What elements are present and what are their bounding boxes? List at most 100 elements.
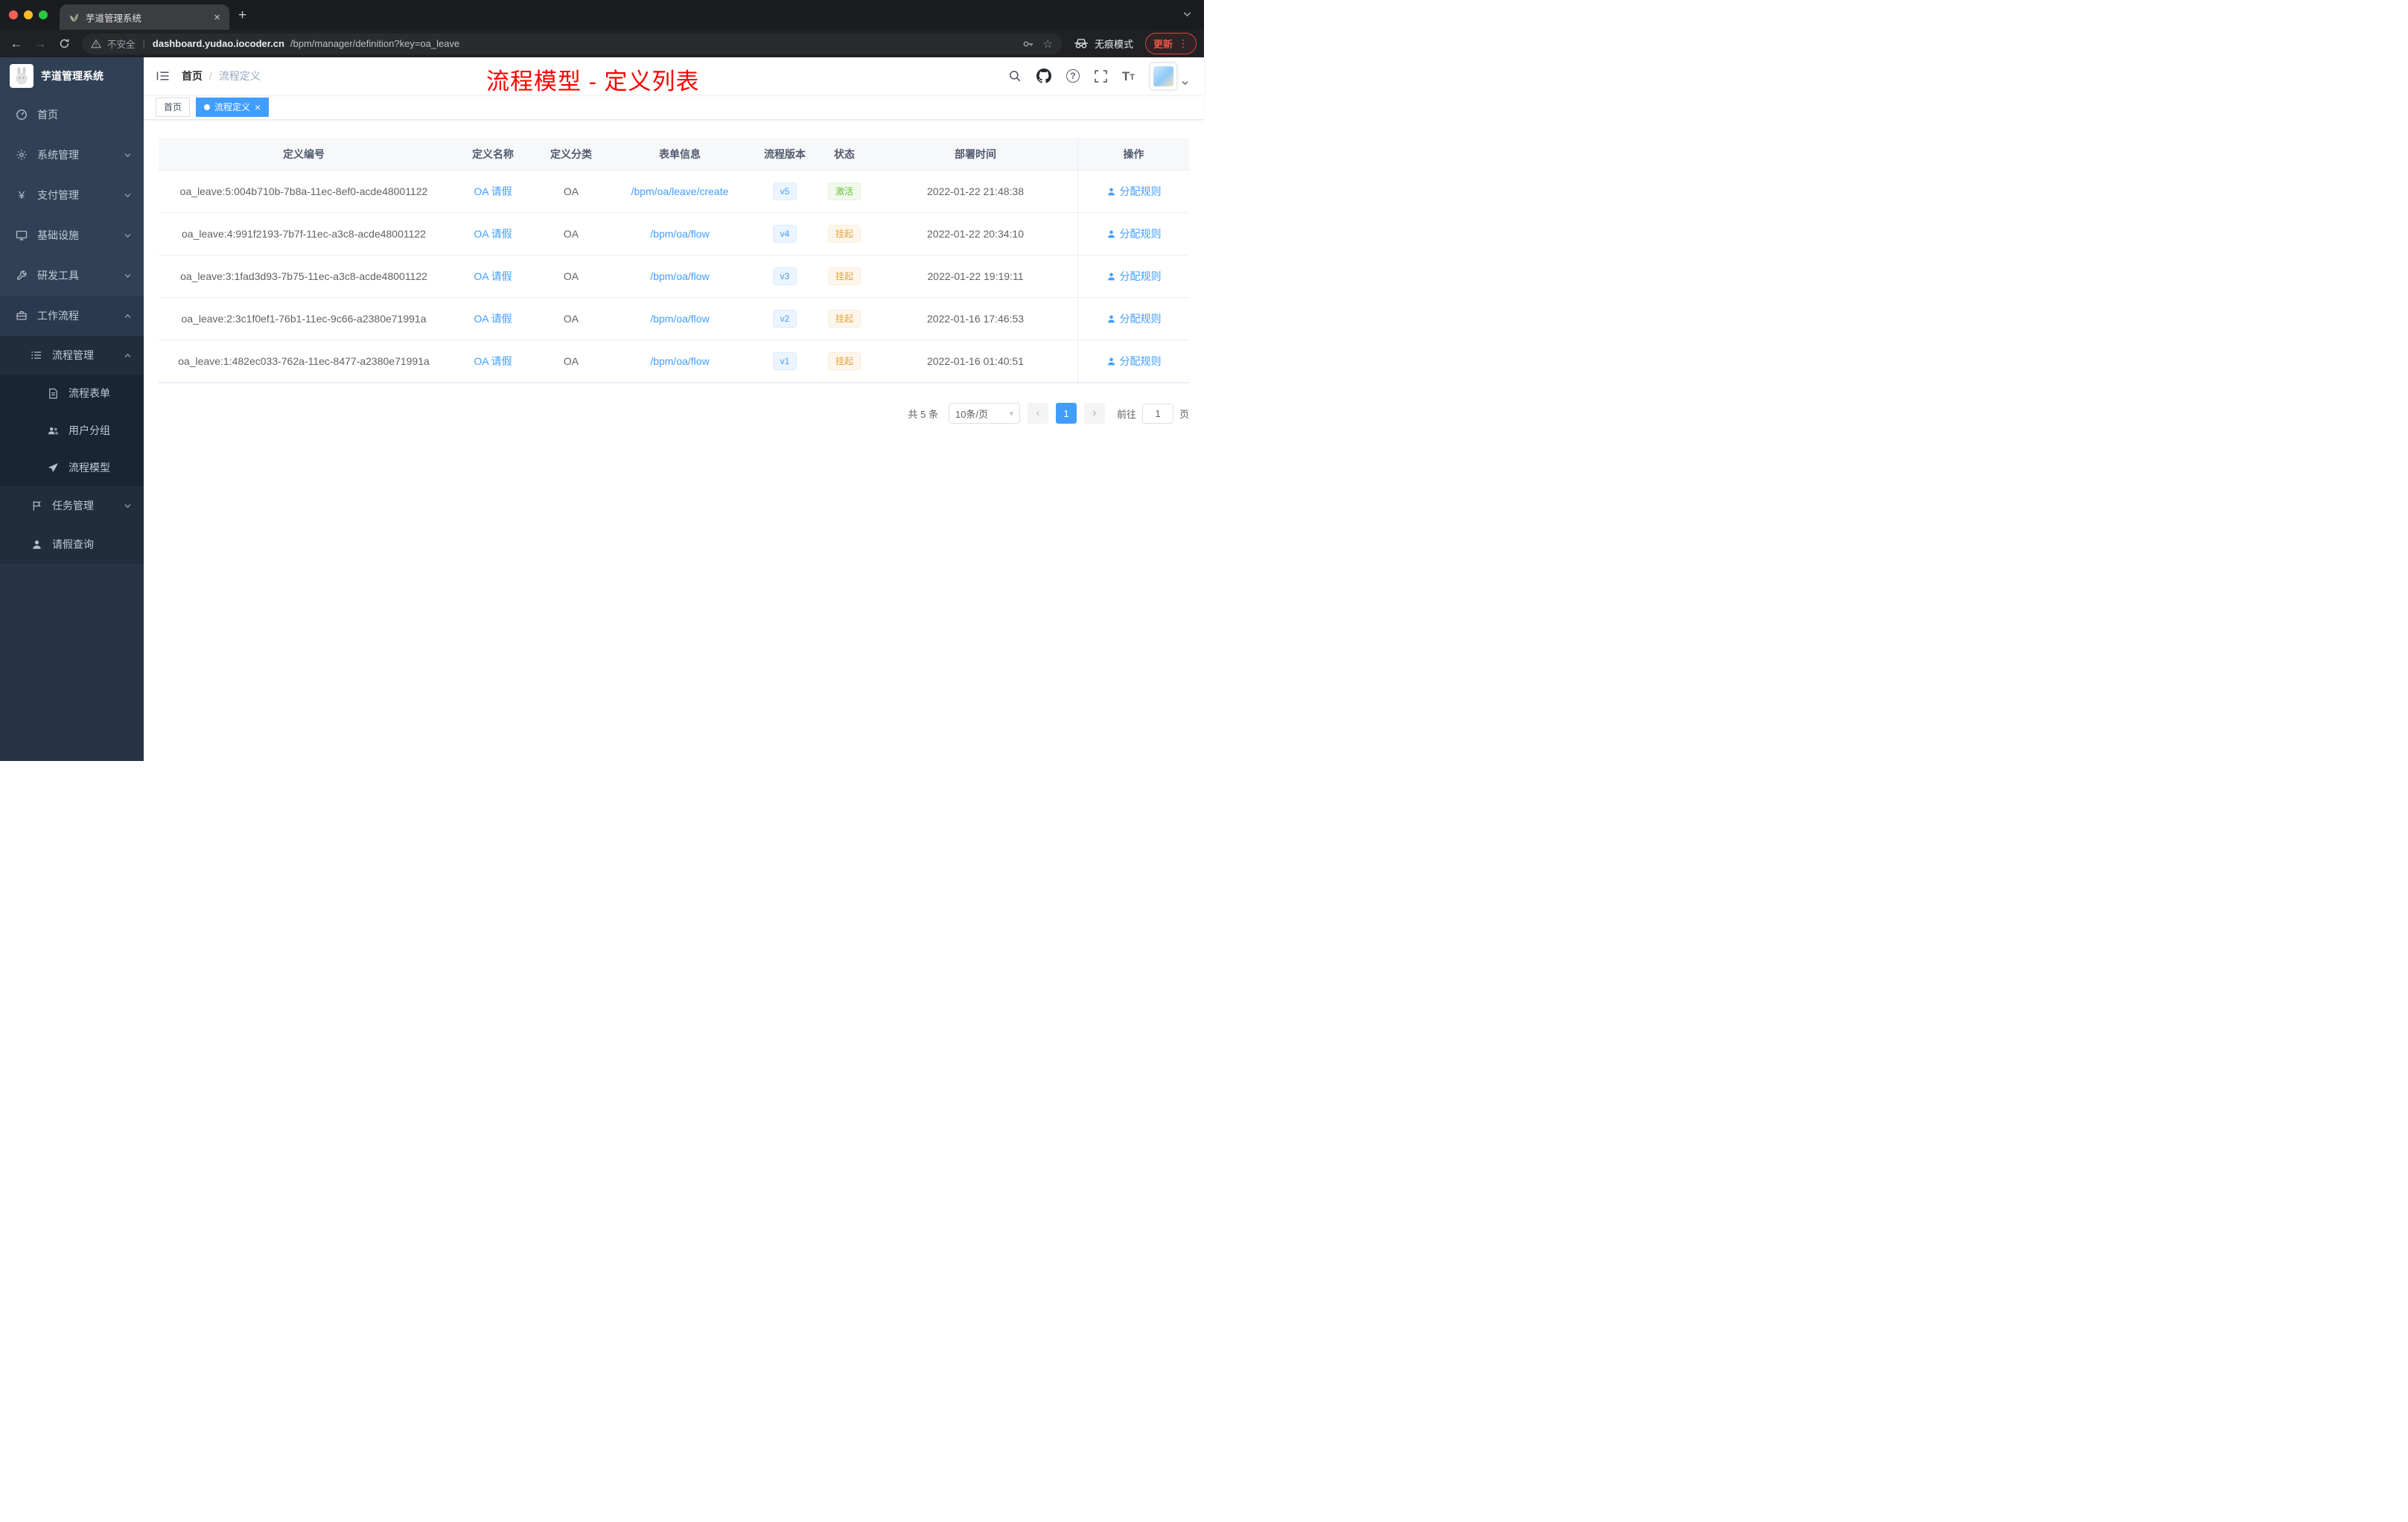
sidebar-item-home[interactable]: 首页 — [0, 95, 144, 135]
cell-status: 挂起 — [815, 340, 873, 382]
cell-version: v2 — [754, 298, 815, 340]
status-badge: 激活 — [827, 182, 861, 200]
chevron-down-icon — [124, 232, 132, 240]
cell-category: OA — [563, 228, 579, 240]
github-icon[interactable] — [1036, 69, 1051, 83]
cell-deploy-time: 2022-01-16 01:40:51 — [927, 355, 1024, 367]
avatar[interactable] — [1150, 62, 1177, 90]
cell-definition-id: oa_leave:4:991f2193-7b7f-11ec-a3c8-acde4… — [182, 228, 426, 240]
sidebar-item-process-model[interactable]: 流程模型 — [0, 449, 144, 486]
current-page-button[interactable]: 1 — [1055, 403, 1077, 424]
table-row: oa_leave:3:1fad3d93-7b75-11ec-a3c8-acde4… — [159, 255, 1189, 298]
cell-action: 分配规则 — [1077, 255, 1189, 297]
sidebar-item-workflow[interactable]: 工作流程 — [0, 296, 144, 336]
fullscreen-icon[interactable] — [1095, 69, 1107, 83]
definition-name-link[interactable]: OA 请假 — [474, 184, 512, 199]
security-label[interactable]: 不安全 — [107, 36, 136, 51]
window-zoom-button[interactable] — [39, 10, 48, 19]
cell-status: 挂起 — [815, 213, 873, 255]
user-menu[interactable] — [1150, 62, 1189, 90]
form-link[interactable]: /bpm/oa/flow — [650, 270, 709, 282]
annotation-title: 流程模型 - 定义列表 — [486, 69, 700, 95]
tag-home[interactable]: 首页 — [156, 97, 191, 117]
assign-rule-button[interactable]: 分配规则 — [1106, 311, 1162, 326]
form-link[interactable]: /bpm/oa/leave/create — [631, 185, 729, 197]
breadcrumb-current: 流程定义 — [218, 70, 261, 82]
incognito-icon — [1074, 38, 1089, 49]
browser-tab[interactable]: 芋道管理系统 × — [60, 4, 229, 30]
sidebar-item-task-management[interactable]: 任务管理 — [0, 486, 144, 525]
browser-menu-icon[interactable]: ⋮ — [1178, 37, 1188, 50]
goto-page-input[interactable] — [1141, 403, 1173, 424]
font-size-icon[interactable]: TT — [1122, 70, 1135, 83]
bookmark-star-icon[interactable]: ☆ — [1043, 37, 1053, 51]
assign-rule-button[interactable]: 分配规则 — [1106, 184, 1162, 199]
tag-process-definition[interactable]: 流程定义 × — [196, 97, 270, 117]
forward-icon[interactable]: → — [31, 36, 49, 51]
goto-label: 前往 — [1116, 408, 1136, 420]
cell-action: 分配规则 — [1077, 340, 1189, 382]
tab-search-chevron-icon[interactable] — [1182, 10, 1192, 19]
assign-rule-button[interactable]: 分配规则 — [1106, 269, 1162, 284]
cell-definition-name: OA 请假 — [449, 340, 537, 382]
cell-form-info: /bpm/oa/flow — [605, 213, 754, 255]
assign-rule-button[interactable]: 分配规则 — [1106, 354, 1162, 369]
sidebar-item-payment[interactable]: ¥ 支付管理 — [0, 175, 144, 215]
page-size-select[interactable]: 10条/页 ▾ — [948, 403, 1020, 424]
sidebar-item-label: 工作流程 — [37, 310, 79, 322]
cell-deploy-time: 2022-01-22 19:19:11 — [927, 270, 1024, 282]
form-link[interactable]: /bpm/oa/flow — [650, 355, 709, 367]
form-link[interactable]: /bpm/oa/flow — [650, 313, 709, 325]
cell-status: 挂起 — [815, 255, 873, 297]
assign-rule-button[interactable]: 分配规则 — [1106, 226, 1162, 241]
refresh-icon[interactable] — [55, 38, 73, 49]
definition-name-link[interactable]: OA 请假 — [474, 311, 512, 326]
definition-name-link[interactable]: OA 请假 — [474, 354, 512, 369]
sidebar-logo[interactable]: 芋道管理系统 — [0, 57, 144, 95]
breadcrumb-separator: / — [209, 70, 212, 82]
tab-close-icon[interactable]: × — [212, 11, 222, 24]
password-key-icon[interactable] — [1022, 38, 1034, 50]
chevron-up-icon — [124, 312, 132, 320]
help-icon[interactable]: ? — [1066, 69, 1080, 83]
sidebar-item-devtools[interactable]: 研发工具 — [0, 255, 144, 296]
definition-name-link[interactable]: OA 请假 — [474, 226, 512, 241]
tag-close-icon[interactable]: × — [255, 102, 261, 112]
user-group-icon — [46, 425, 60, 436]
cell-definition-name: OA 请假 — [449, 171, 537, 212]
cell-action: 分配规则 — [1077, 298, 1189, 340]
breadcrumb-home[interactable]: 首页 — [182, 69, 203, 83]
sidebar-item-system[interactable]: 系统管理 — [0, 135, 144, 175]
sidebar-item-label: 支付管理 — [37, 189, 79, 201]
cell-form-info: /bpm/oa/flow — [605, 298, 754, 340]
next-page-button[interactable]: › — [1083, 403, 1105, 424]
cell-version: v5 — [754, 171, 815, 212]
sidebar-item-infrastructure[interactable]: 基础设施 — [0, 215, 144, 255]
window-close-button[interactable] — [9, 10, 18, 19]
cell-category: OA — [563, 355, 579, 367]
logo-avatar — [10, 64, 34, 88]
update-chrome-button[interactable]: 更新 ⋮ — [1144, 33, 1197, 54]
sidebar-item-label: 研发工具 — [37, 270, 79, 281]
back-icon[interactable]: ← — [7, 36, 25, 51]
sidebar-item-leave-query[interactable]: 请假查询 — [0, 525, 144, 564]
column-header-time: 部署时间 — [955, 147, 996, 160]
sidebar-item-process-management[interactable]: 流程管理 — [0, 336, 144, 375]
url-path: /bpm/manager/definition?key=oa_leave — [290, 38, 460, 49]
caret-down-icon[interactable] — [1181, 79, 1189, 87]
form-link[interactable]: /bpm/oa/flow — [650, 228, 709, 240]
sidebar-item-process-form[interactable]: 流程表单 — [0, 375, 144, 412]
version-badge: v3 — [772, 267, 797, 285]
cell-definition-name: OA 请假 — [449, 213, 537, 255]
definition-name-link[interactable]: OA 请假 — [474, 269, 512, 284]
new-tab-button[interactable]: + — [238, 7, 246, 24]
incognito-label: 无痕模式 — [1094, 39, 1133, 50]
address-bar[interactable]: 不安全 | dashboard.yudao.iocoder.cn /bpm/ma… — [82, 33, 1062, 54]
prev-page-button[interactable]: ‹ — [1027, 403, 1048, 424]
update-label: 更新 — [1153, 39, 1173, 50]
sidebar-item-user-group[interactable]: 用户分组 — [0, 412, 144, 449]
browser-tab-strip: 芋道管理系统 × + — [0, 0, 1204, 30]
search-icon[interactable] — [1008, 69, 1022, 83]
sidebar-toggle-icon[interactable] — [144, 70, 182, 82]
window-minimize-button[interactable] — [24, 10, 33, 19]
